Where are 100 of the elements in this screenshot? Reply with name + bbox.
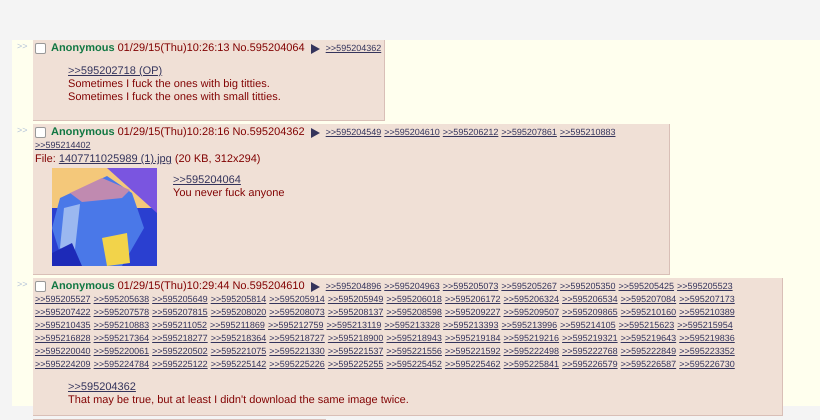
backlink[interactable]: >>595216828 bbox=[35, 332, 91, 345]
backlink[interactable]: >>595226579 bbox=[562, 358, 618, 371]
quote-link[interactable]: >>595204064 bbox=[173, 174, 241, 186]
backlink[interactable]: >>595223352 bbox=[679, 345, 735, 358]
backlink[interactable]: >>595206212 bbox=[442, 126, 498, 139]
menu-arrow-icon[interactable] bbox=[310, 128, 320, 138]
backlink[interactable]: >>595207815 bbox=[152, 306, 208, 319]
backlink[interactable]: >>595209227 bbox=[444, 306, 500, 319]
post-number[interactable]: No.595204362 bbox=[232, 126, 305, 139]
backlink[interactable]: >>595225462 bbox=[444, 358, 500, 371]
backlink[interactable]: >>595215623 bbox=[618, 319, 674, 332]
backlink[interactable]: >>595219216 bbox=[504, 332, 560, 345]
backlink[interactable]: >>595215954 bbox=[677, 319, 733, 332]
backlink[interactable]: >>595210435 bbox=[35, 319, 91, 332]
backlink[interactable]: >>595208073 bbox=[269, 306, 325, 319]
backlink[interactable]: >>595224784 bbox=[94, 358, 150, 371]
backlink[interactable]: >>595209865 bbox=[562, 306, 618, 319]
backlink[interactable]: >>595204362 bbox=[326, 42, 382, 55]
backlink[interactable]: >>595225255 bbox=[328, 358, 384, 371]
backlink[interactable]: >>595219184 bbox=[444, 332, 500, 345]
backlink[interactable]: >>595208598 bbox=[386, 306, 442, 319]
backlink[interactable]: >>595205949 bbox=[328, 293, 384, 306]
backlink[interactable]: >>595220502 bbox=[152, 345, 208, 358]
backlink[interactable]: >>595204896 bbox=[326, 280, 382, 293]
backlink[interactable]: >>595204963 bbox=[384, 280, 440, 293]
menu-arrow-icon[interactable] bbox=[310, 44, 320, 54]
post-checkbox[interactable] bbox=[35, 43, 46, 54]
backlink[interactable]: >>595205523 bbox=[677, 280, 733, 293]
quote-link[interactable]: >>595204362 bbox=[68, 381, 136, 393]
backlink[interactable]: >>595220061 bbox=[94, 345, 150, 358]
backlink[interactable]: >>595207173 bbox=[679, 293, 735, 306]
backlink[interactable]: >>595207084 bbox=[620, 293, 676, 306]
backlink[interactable]: >>595222498 bbox=[504, 345, 560, 358]
backlink[interactable]: >>595224209 bbox=[35, 358, 91, 371]
backlink[interactable]: >>595221075 bbox=[210, 345, 266, 358]
backlink[interactable]: >>595204610 bbox=[384, 126, 440, 139]
backlink[interactable]: >>595212759 bbox=[268, 319, 324, 332]
backlink[interactable]: >>595205914 bbox=[269, 293, 325, 306]
backlink[interactable]: >>595213119 bbox=[326, 319, 382, 332]
backlink[interactable]: >>595205073 bbox=[442, 280, 498, 293]
backlink[interactable]: >>595225226 bbox=[269, 358, 325, 371]
backlink[interactable]: >>595206534 bbox=[562, 293, 618, 306]
backlink[interactable]: >>595219836 bbox=[679, 332, 735, 345]
backlink[interactable]: >>595207422 bbox=[35, 306, 91, 319]
backlink[interactable]: >>595207861 bbox=[501, 126, 557, 139]
backlink[interactable]: >>595218943 bbox=[386, 332, 442, 345]
backlink[interactable]: >>595214105 bbox=[560, 319, 616, 332]
post-number[interactable]: No.595204064 bbox=[232, 42, 305, 55]
backlink[interactable]: >>595217364 bbox=[94, 332, 150, 345]
backlink[interactable]: >>595205649 bbox=[152, 293, 208, 306]
backlink[interactable]: >>595210883 bbox=[94, 319, 150, 332]
backlink[interactable]: >>595221537 bbox=[328, 345, 384, 358]
backlink[interactable]: >>595226730 bbox=[679, 358, 735, 371]
backlink[interactable]: >>595209507 bbox=[504, 306, 560, 319]
backlink[interactable]: >>595206172 bbox=[444, 293, 500, 306]
backlink[interactable]: >>595204549 bbox=[326, 126, 382, 139]
backlink[interactable]: >>595218364 bbox=[210, 332, 266, 345]
backlink[interactable]: >>595210160 bbox=[620, 306, 676, 319]
backlink[interactable]: >>595205350 bbox=[560, 280, 616, 293]
backlink[interactable]: >>595205638 bbox=[94, 293, 150, 306]
backlink[interactable]: >>595206324 bbox=[504, 293, 560, 306]
poster-name: Anonymous bbox=[51, 280, 115, 293]
backlink[interactable]: >>595214402 bbox=[35, 139, 91, 152]
backlink[interactable]: >>595213328 bbox=[384, 319, 440, 332]
backlink[interactable]: >>595210883 bbox=[560, 126, 616, 139]
backlink[interactable]: >>595220040 bbox=[35, 345, 91, 358]
file-link[interactable]: 1407711025989 (1).jpg bbox=[58, 153, 172, 165]
backlink[interactable]: >>595205267 bbox=[501, 280, 557, 293]
backlink[interactable]: >>595218900 bbox=[328, 332, 384, 345]
backlink[interactable]: >>595226587 bbox=[620, 358, 676, 371]
post-number[interactable]: No.595204610 bbox=[232, 280, 305, 293]
backlink[interactable]: >>595205814 bbox=[210, 293, 266, 306]
quote-link[interactable]: >>595202718 (OP) bbox=[68, 65, 162, 77]
backlink[interactable]: >>595211052 bbox=[152, 319, 208, 332]
backlink[interactable]: >>595208137 bbox=[328, 306, 384, 319]
backlink[interactable]: >>595219643 bbox=[620, 332, 676, 345]
backlink[interactable]: >>595213996 bbox=[502, 319, 558, 332]
backlink[interactable]: >>595225122 bbox=[152, 358, 208, 371]
backlink[interactable]: >>595225142 bbox=[210, 358, 266, 371]
backlink[interactable]: >>595225841 bbox=[504, 358, 560, 371]
backlink[interactable]: >>595205425 bbox=[618, 280, 674, 293]
backlink[interactable]: >>595218277 bbox=[152, 332, 208, 345]
backlink[interactable]: >>595221592 bbox=[444, 345, 500, 358]
backlink[interactable]: >>595210389 bbox=[679, 306, 735, 319]
post-checkbox[interactable] bbox=[35, 127, 46, 138]
backlink[interactable]: >>595206018 bbox=[386, 293, 442, 306]
backlink[interactable]: >>595225452 bbox=[386, 358, 442, 371]
menu-arrow-icon[interactable] bbox=[310, 282, 320, 292]
backlink[interactable]: >>595218727 bbox=[269, 332, 325, 345]
backlink[interactable]: >>595221330 bbox=[269, 345, 325, 358]
backlink[interactable]: >>595211869 bbox=[210, 319, 265, 332]
backlink[interactable]: >>595221556 bbox=[386, 345, 442, 358]
backlink[interactable]: >>595222849 bbox=[620, 345, 676, 358]
backlink[interactable]: >>595213393 bbox=[442, 319, 499, 332]
backlink[interactable]: >>595207578 bbox=[94, 306, 150, 319]
post-checkbox[interactable] bbox=[35, 281, 46, 292]
backlink[interactable]: >>595205527 bbox=[35, 293, 91, 306]
backlink[interactable]: >>595219321 bbox=[562, 332, 618, 345]
backlink[interactable]: >>595222768 bbox=[562, 345, 618, 358]
backlink[interactable]: >>595208020 bbox=[210, 306, 266, 319]
